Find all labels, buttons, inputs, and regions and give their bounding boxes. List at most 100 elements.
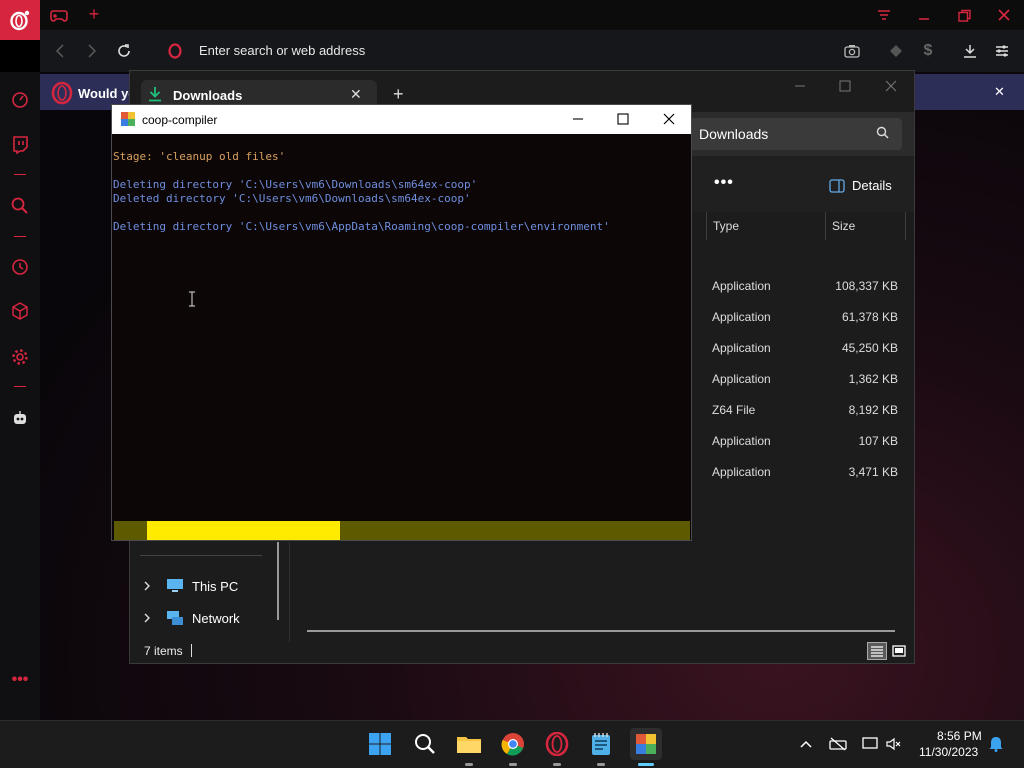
- robot-icon: [14, 411, 26, 424]
- download-icon: [149, 87, 161, 102]
- taskbar-coop-compiler[interactable]: [630, 728, 662, 760]
- wallet-button[interactable]: $: [917, 40, 939, 62]
- column-header-type[interactable]: Type: [706, 212, 826, 240]
- explorer-close-button[interactable]: [876, 76, 906, 96]
- tray-network-icon[interactable]: [860, 734, 880, 754]
- console-close-button[interactable]: [659, 110, 679, 128]
- sidebar-search[interactable]: [8, 194, 32, 218]
- sidebar-divider: [14, 174, 26, 175]
- folder-icon: [457, 737, 481, 753]
- taskbar-opera-gx[interactable]: [543, 730, 571, 758]
- console-minimize-button[interactable]: [568, 110, 588, 128]
- chevron-up-icon: [800, 740, 812, 748]
- taskbar-chrome[interactable]: [499, 730, 527, 758]
- new-tab-button[interactable]: +: [84, 4, 104, 26]
- explorer-new-tab-button[interactable]: +: [393, 84, 404, 105]
- sidebar-history[interactable]: [8, 255, 32, 279]
- clock-icon: [12, 259, 28, 275]
- explorer-search-input[interactable]: Downloads: [699, 126, 768, 142]
- opera-gx-icon: [545, 732, 569, 756]
- forward-button[interactable]: [81, 40, 103, 62]
- explorer-minimize-button[interactable]: [785, 76, 815, 96]
- taskbar-notepad[interactable]: [587, 730, 615, 758]
- taskbar-file-explorer[interactable]: [455, 730, 483, 758]
- opera-menu-button[interactable]: [0, 0, 40, 40]
- file-row[interactable]: Application 3,471 KB: [706, 458, 906, 489]
- nav-pane-scrollbar[interactable]: [277, 542, 279, 620]
- horizontal-scrollbar[interactable]: [307, 630, 895, 632]
- clock-date[interactable]: 11/30/2023: [919, 745, 978, 759]
- close-icon: [998, 9, 1010, 21]
- file-type: Application: [712, 434, 771, 448]
- browser-restore-button[interactable]: [950, 4, 978, 26]
- explorer-tab-close-button[interactable]: ✕: [350, 86, 362, 103]
- start-button[interactable]: [366, 730, 394, 758]
- vpn-button[interactable]: [885, 40, 907, 62]
- show-hidden-icons-button[interactable]: [796, 734, 816, 754]
- details-pane-button[interactable]: Details: [829, 178, 892, 193]
- speaker-muted-icon: [886, 737, 901, 751]
- explorer-maximize-button[interactable]: [830, 76, 860, 96]
- column-header-size[interactable]: Size: [826, 212, 906, 240]
- item-count: 7 items: [144, 644, 183, 658]
- file-row[interactable]: Application 61,378 KB: [706, 303, 906, 334]
- nav-item-label: This PC: [192, 578, 239, 594]
- log-line: Deleted directory 'C:\Users\vm6\Download…: [113, 192, 471, 205]
- easy-setup-button[interactable]: [870, 4, 898, 26]
- gx-tab[interactable]: [42, 4, 76, 28]
- log-line: Deleting directory 'C:\Users\vm6\AppData…: [113, 220, 610, 233]
- tray-volume-icon[interactable]: [884, 734, 904, 754]
- sidebar-extensions[interactable]: [8, 299, 32, 323]
- nav-item-this-pc[interactable]: This PC: [140, 573, 238, 599]
- file-type: Z64 File: [712, 403, 756, 417]
- sidebar-more-icon[interactable]: •••: [8, 668, 32, 692]
- chevron-right-icon: [144, 613, 150, 623]
- opera-logo-icon: [10, 10, 30, 31]
- coop-compiler-window: [111, 104, 692, 541]
- sidebar-aria[interactable]: [8, 406, 32, 430]
- see-more-button[interactable]: •••: [714, 174, 734, 192]
- details-label: Details: [852, 178, 892, 193]
- speedometer-icon: [12, 92, 28, 108]
- downloads-button[interactable]: [959, 40, 981, 62]
- notification-close-button[interactable]: ✕: [994, 84, 1005, 100]
- easy-setup-menu-button[interactable]: [991, 40, 1013, 62]
- back-button[interactable]: [49, 40, 71, 62]
- status-divider: [191, 644, 192, 657]
- nav-item-network[interactable]: Network: [140, 605, 240, 631]
- taskbar-search-button[interactable]: [411, 730, 439, 758]
- details-view-button[interactable]: [867, 642, 887, 660]
- console-maximize-button[interactable]: [613, 110, 633, 128]
- explorer-tab-label: Downloads: [173, 88, 243, 103]
- tiles-view-button[interactable]: [889, 642, 909, 660]
- address-input[interactable]: Enter search or web address: [199, 43, 365, 58]
- pane-splitter[interactable]: [289, 542, 290, 642]
- browser-close-button[interactable]: [990, 4, 1018, 26]
- reload-button[interactable]: [113, 40, 135, 62]
- close-icon: [663, 113, 675, 125]
- file-list: Application 108,337 KB Application 61,378 …: [706, 272, 906, 489]
- chevron-right-icon: [144, 581, 150, 591]
- snapshot-button[interactable]: [841, 40, 863, 62]
- sliders-icon: [996, 45, 1008, 57]
- sidebar-twitch[interactable]: [8, 133, 32, 157]
- clock-time[interactable]: 8:56 PM: [937, 729, 982, 743]
- sidebar-settings[interactable]: [8, 345, 32, 369]
- notifications-button[interactable]: [986, 734, 1006, 754]
- browser-minimize-button[interactable]: [910, 4, 938, 26]
- menu-lines-icon: [878, 10, 890, 20]
- file-row[interactable]: Application 107 KB: [706, 427, 906, 458]
- dollar-icon: $: [923, 42, 933, 59]
- log-line: Deleting directory 'C:\Users\vm6\Downloa…: [113, 178, 478, 191]
- diamond-icon: [890, 45, 902, 57]
- file-row[interactable]: Application 45,250 KB: [706, 334, 906, 365]
- browser-sidebar: [0, 72, 40, 720]
- tray-drive-icon[interactable]: [828, 734, 848, 754]
- chrome-icon: [501, 733, 524, 756]
- running-indicator: [553, 763, 561, 766]
- sidebar-gx-control[interactable]: [8, 88, 32, 112]
- minimize-icon: [919, 18, 929, 20]
- file-row[interactable]: Application 108,337 KB: [706, 272, 906, 303]
- file-row[interactable]: Application 1,362 KB: [706, 365, 906, 396]
- file-row[interactable]: Z64 File 8,192 KB: [706, 396, 906, 427]
